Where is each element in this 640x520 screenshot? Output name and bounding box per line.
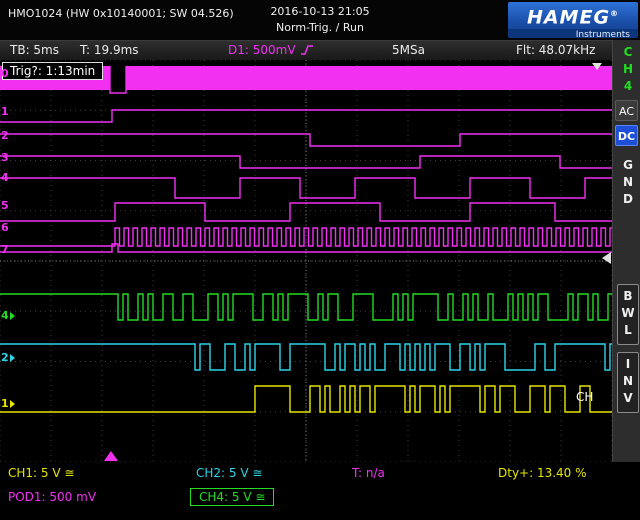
trigger-source-readout: D1: 500mV — [228, 43, 314, 57]
ch1-scale-readout: CH1: 5 V ≅ — [8, 466, 74, 480]
invert-button[interactable]: INV — [617, 352, 639, 413]
bandwidth-limit-button[interactable]: BWL — [617, 284, 639, 345]
digital-channel-label-1: 1 — [1, 106, 9, 118]
trigger-warning: Trig?: 1:13min — [2, 62, 103, 80]
registered-mark: ® — [610, 9, 619, 18]
waveform-display: Trig?: 1:13min 0 1 2 3 4 5 6 7 4 2 1 CH — [0, 60, 612, 462]
status-bar: TB: 5ms T: 19.9ms D1: 500mV 5MSa Flt: 48… — [0, 40, 612, 60]
ch2-position-marker: 2 — [1, 352, 15, 364]
softkey-menu: CH4 AC DC GND BWL INV — [612, 40, 640, 462]
waveform-svg — [0, 60, 612, 462]
ch2-scale-readout: CH2: 5 V ≅ — [196, 466, 262, 480]
sample-rate-readout: 5MSa — [392, 43, 425, 57]
digital-channel-label-2: 2 — [1, 130, 9, 142]
trigger-position-marker — [104, 451, 118, 461]
oscilloscope-screen: HMO1024 (HW 0x10140001; SW 04.526) 2016-… — [0, 0, 640, 520]
header-center: 2016-10-13 21:05 Norm-Trig. / Run — [270, 4, 369, 36]
duty-cycle-measurement: Dty+: 13.40 % — [498, 466, 587, 480]
ch4-scale-readout: CH4: 5 V ≅ — [190, 488, 274, 506]
device-info: HMO1024 (HW 0x10140001; SW 04.526) — [8, 7, 234, 20]
trigger-readout: T: n/a — [352, 466, 385, 480]
digital-channel-label-4: 4 — [1, 172, 9, 184]
ch-overlay-label: CH — [576, 390, 593, 404]
digital-channel-label-7: 7 — [1, 244, 9, 256]
footer: CH1: 5 V ≅ CH2: 5 V ≅ T: n/a Dty+: 13.40… — [0, 462, 640, 520]
ch1-position-marker: 1 — [1, 398, 15, 410]
datetime: 2016-10-13 21:05 — [270, 4, 369, 20]
scroll-down-indicator — [592, 63, 602, 70]
logo-subtitle: Instruments — [508, 29, 638, 38]
filter-readout: Flt: 48.07kHz — [516, 43, 595, 57]
logo-brand-text: HAMEG® — [508, 2, 638, 29]
coupling-dc-button[interactable]: DC — [615, 125, 638, 146]
acquisition-status: Norm-Trig. / Run — [270, 20, 369, 36]
digital-channel-label-0: 0 — [1, 68, 9, 80]
trigger-level-marker — [602, 252, 611, 264]
digital-channel-label-6: 6 — [1, 222, 9, 234]
hameg-logo: HAMEG® Instruments — [508, 2, 638, 38]
header: HMO1024 (HW 0x10140001; SW 04.526) 2016-… — [0, 0, 640, 40]
trigger-time-readout: T: 19.9ms — [80, 43, 139, 57]
rising-edge-icon — [300, 44, 314, 56]
coupling-ac-button[interactable]: AC — [615, 100, 638, 121]
digital-channel-label-5: 5 — [1, 200, 9, 212]
coupling-gnd-button[interactable]: GND — [621, 158, 635, 209]
menu-channel-label: CH4 — [621, 45, 635, 96]
digital-channel-label-3: 3 — [1, 152, 9, 164]
timebase-readout: TB: 5ms — [10, 43, 59, 57]
ch4-position-marker: 4 — [1, 310, 15, 322]
pod1-scale-readout: POD1: 500 mV — [8, 490, 96, 504]
